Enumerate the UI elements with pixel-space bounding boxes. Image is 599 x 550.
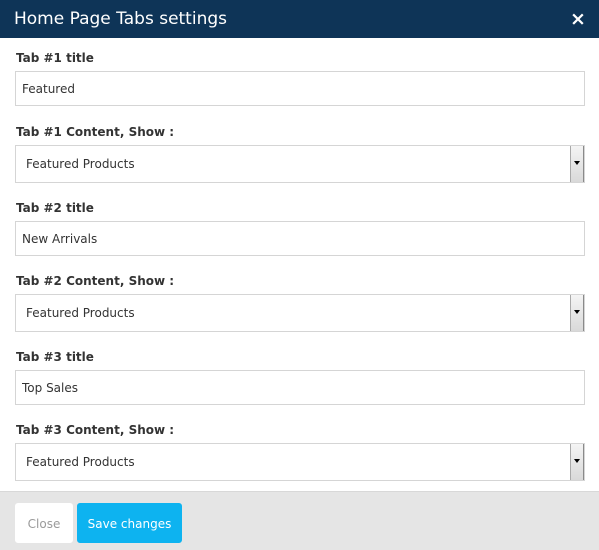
tabs-settings-modal: Home Page Tabs settings × Tab #1 title T… [0, 0, 599, 550]
tab2-title-label: Tab #2 title [16, 201, 94, 215]
tab1-content-selected: Featured Products [26, 157, 135, 171]
modal-footer: Close Save changes [0, 491, 599, 550]
tab3-title-input[interactable] [15, 370, 585, 405]
tab3-title-label: Tab #3 title [16, 350, 94, 364]
tab1-title-label: Tab #1 title [16, 51, 94, 65]
chevron-down-icon[interactable] [570, 146, 584, 182]
save-changes-button[interactable]: Save changes [77, 503, 182, 543]
tab1-content-label: Tab #1 Content, Show : [16, 125, 175, 139]
modal-title: Home Page Tabs settings [14, 9, 227, 29]
tab3-content-select[interactable]: Featured Products [15, 443, 585, 481]
tab3-content-label: Tab #3 Content, Show : [16, 423, 175, 437]
tab1-title-input[interactable] [15, 71, 585, 106]
chevron-down-icon[interactable] [570, 444, 584, 480]
tab2-content-select[interactable]: Featured Products [15, 294, 585, 332]
tab2-content-label: Tab #2 Content, Show : [16, 274, 175, 288]
tab2-title-input[interactable] [15, 221, 585, 256]
modal-header: Home Page Tabs settings × [0, 0, 599, 38]
close-icon[interactable]: × [567, 8, 589, 30]
tab1-content-select[interactable]: Featured Products [15, 145, 585, 183]
tab3-content-selected: Featured Products [26, 455, 135, 469]
close-button[interactable]: Close [15, 503, 73, 543]
chevron-down-icon[interactable] [570, 295, 584, 331]
tab2-content-selected: Featured Products [26, 306, 135, 320]
